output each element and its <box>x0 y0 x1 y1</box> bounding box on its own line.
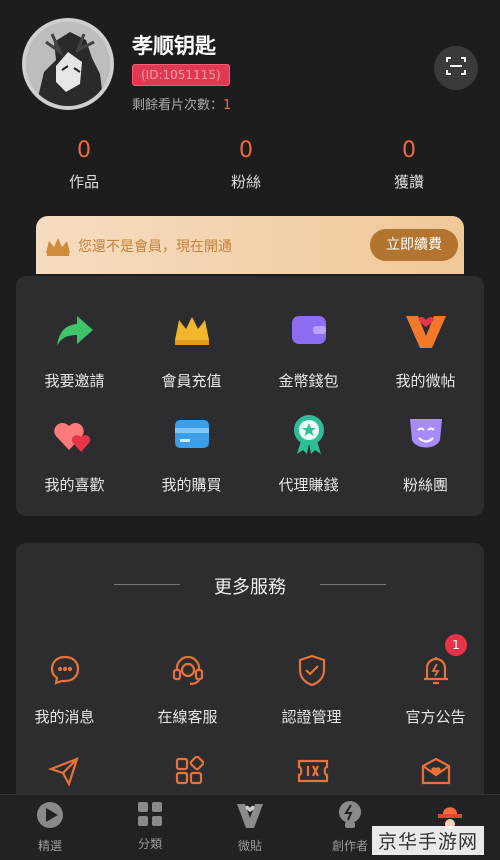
stat-fans-label: 粉絲 <box>230 173 261 191</box>
play-icon <box>35 802 65 834</box>
divider-right <box>320 584 386 585</box>
user-id-badge: (ID:1051115) <box>132 64 230 86</box>
remaining-views-value: 1 <box>223 98 232 113</box>
send-icon[interactable] <box>47 756 80 790</box>
stat-likes[interactable]: 0 獲讚 <box>329 138 489 192</box>
tab-featured-label: 精選 <box>37 839 62 853</box>
stat-likes-label: 獲讚 <box>393 173 424 191</box>
mail-heart-icon[interactable] <box>420 756 452 790</box>
apps-icon[interactable] <box>174 755 205 790</box>
feature-my-likes-label: 我的喜歡 <box>44 476 105 494</box>
feature-my-posts[interactable]: 我的微帖 <box>367 312 484 391</box>
remaining-views: 剩餘看片次數：1 <box>132 94 231 113</box>
service-online-support[interactable]: 在線客服 <box>129 654 246 727</box>
grid-icon <box>136 802 164 832</box>
service-announcements[interactable]: 官方公告 <box>377 654 494 727</box>
service-messages[interactable]: 我的消息 <box>6 654 123 727</box>
service-online-support-label: 在線客服 <box>157 708 218 726</box>
v-icon <box>235 804 265 834</box>
feature-fan-club-label: 粉絲團 <box>402 476 448 494</box>
service-messages-label: 我的消息 <box>34 708 95 726</box>
bell-icon <box>421 653 451 691</box>
vip-message: 您還不是會員，現在開通 <box>78 239 232 255</box>
feature-agent-earn-label: 代理賺錢 <box>278 476 339 494</box>
ticket-icon[interactable] <box>296 756 330 790</box>
watermark: 京华手游网 <box>372 826 485 855</box>
crown-icon <box>172 312 212 352</box>
stat-works-label: 作品 <box>68 173 99 191</box>
renew-vip-button[interactable]: 立即續費 <box>370 229 458 261</box>
crown-icon <box>44 235 72 261</box>
tab-categories[interactable]: 分類 <box>100 800 200 852</box>
tab-posts[interactable]: 微貼 <box>200 800 300 854</box>
service-announcements-label: 官方公告 <box>405 708 466 726</box>
heart-v-icon <box>404 310 448 354</box>
notification-badge: 1 <box>445 634 467 656</box>
feature-agent-earn[interactable]: 代理賺錢 <box>250 413 367 495</box>
headset-icon <box>171 653 205 691</box>
share-arrow-icon <box>55 310 95 354</box>
feature-my-posts-label: 我的微帖 <box>395 372 456 390</box>
card-icon <box>172 417 212 455</box>
username: 孝顺钥匙 <box>132 34 216 58</box>
medal-icon <box>289 413 329 459</box>
feature-my-purchases-label: 我的購買 <box>161 476 222 494</box>
stat-works-value: 0 <box>77 138 91 163</box>
tab-categories-label: 分類 <box>137 837 162 851</box>
feature-wallet[interactable]: 金幣錢包 <box>250 312 367 391</box>
tab-posts-label: 微貼 <box>237 839 262 853</box>
mask-icon <box>406 414 446 458</box>
tab-featured[interactable]: 精選 <box>0 800 100 854</box>
wallet-icon <box>289 312 329 352</box>
feature-my-likes[interactable]: 我的喜歡 <box>16 416 133 495</box>
stat-likes-value: 0 <box>402 138 416 163</box>
remaining-views-label: 剩餘看片次數： <box>132 98 224 113</box>
scan-icon <box>445 55 467 81</box>
service-verification-label: 認證管理 <box>281 708 342 726</box>
avatar[interactable] <box>22 18 114 110</box>
bulb-icon <box>336 801 364 834</box>
stat-fans-value: 0 <box>239 138 253 163</box>
feature-vip-recharge[interactable]: 會員充值 <box>133 312 250 391</box>
feature-invite[interactable]: 我要邀請 <box>16 312 133 391</box>
feature-my-purchases[interactable]: 我的購買 <box>133 416 250 495</box>
feature-fan-club[interactable]: 粉絲團 <box>367 416 484 495</box>
stat-works[interactable]: 0 作品 <box>4 138 164 192</box>
hearts-icon <box>53 414 97 458</box>
feature-wallet-label: 金幣錢包 <box>278 372 339 390</box>
service-verification[interactable]: 認證管理 <box>253 654 370 727</box>
stat-fans[interactable]: 0 粉絲 <box>166 138 326 192</box>
feature-invite-label: 我要邀請 <box>44 372 105 390</box>
shield-check-icon <box>296 653 328 691</box>
message-icon <box>49 654 81 690</box>
feature-vip-recharge-label: 會員充值 <box>161 372 222 390</box>
more-services-title: 更多服務 <box>214 577 286 598</box>
scan-button[interactable] <box>434 46 478 90</box>
